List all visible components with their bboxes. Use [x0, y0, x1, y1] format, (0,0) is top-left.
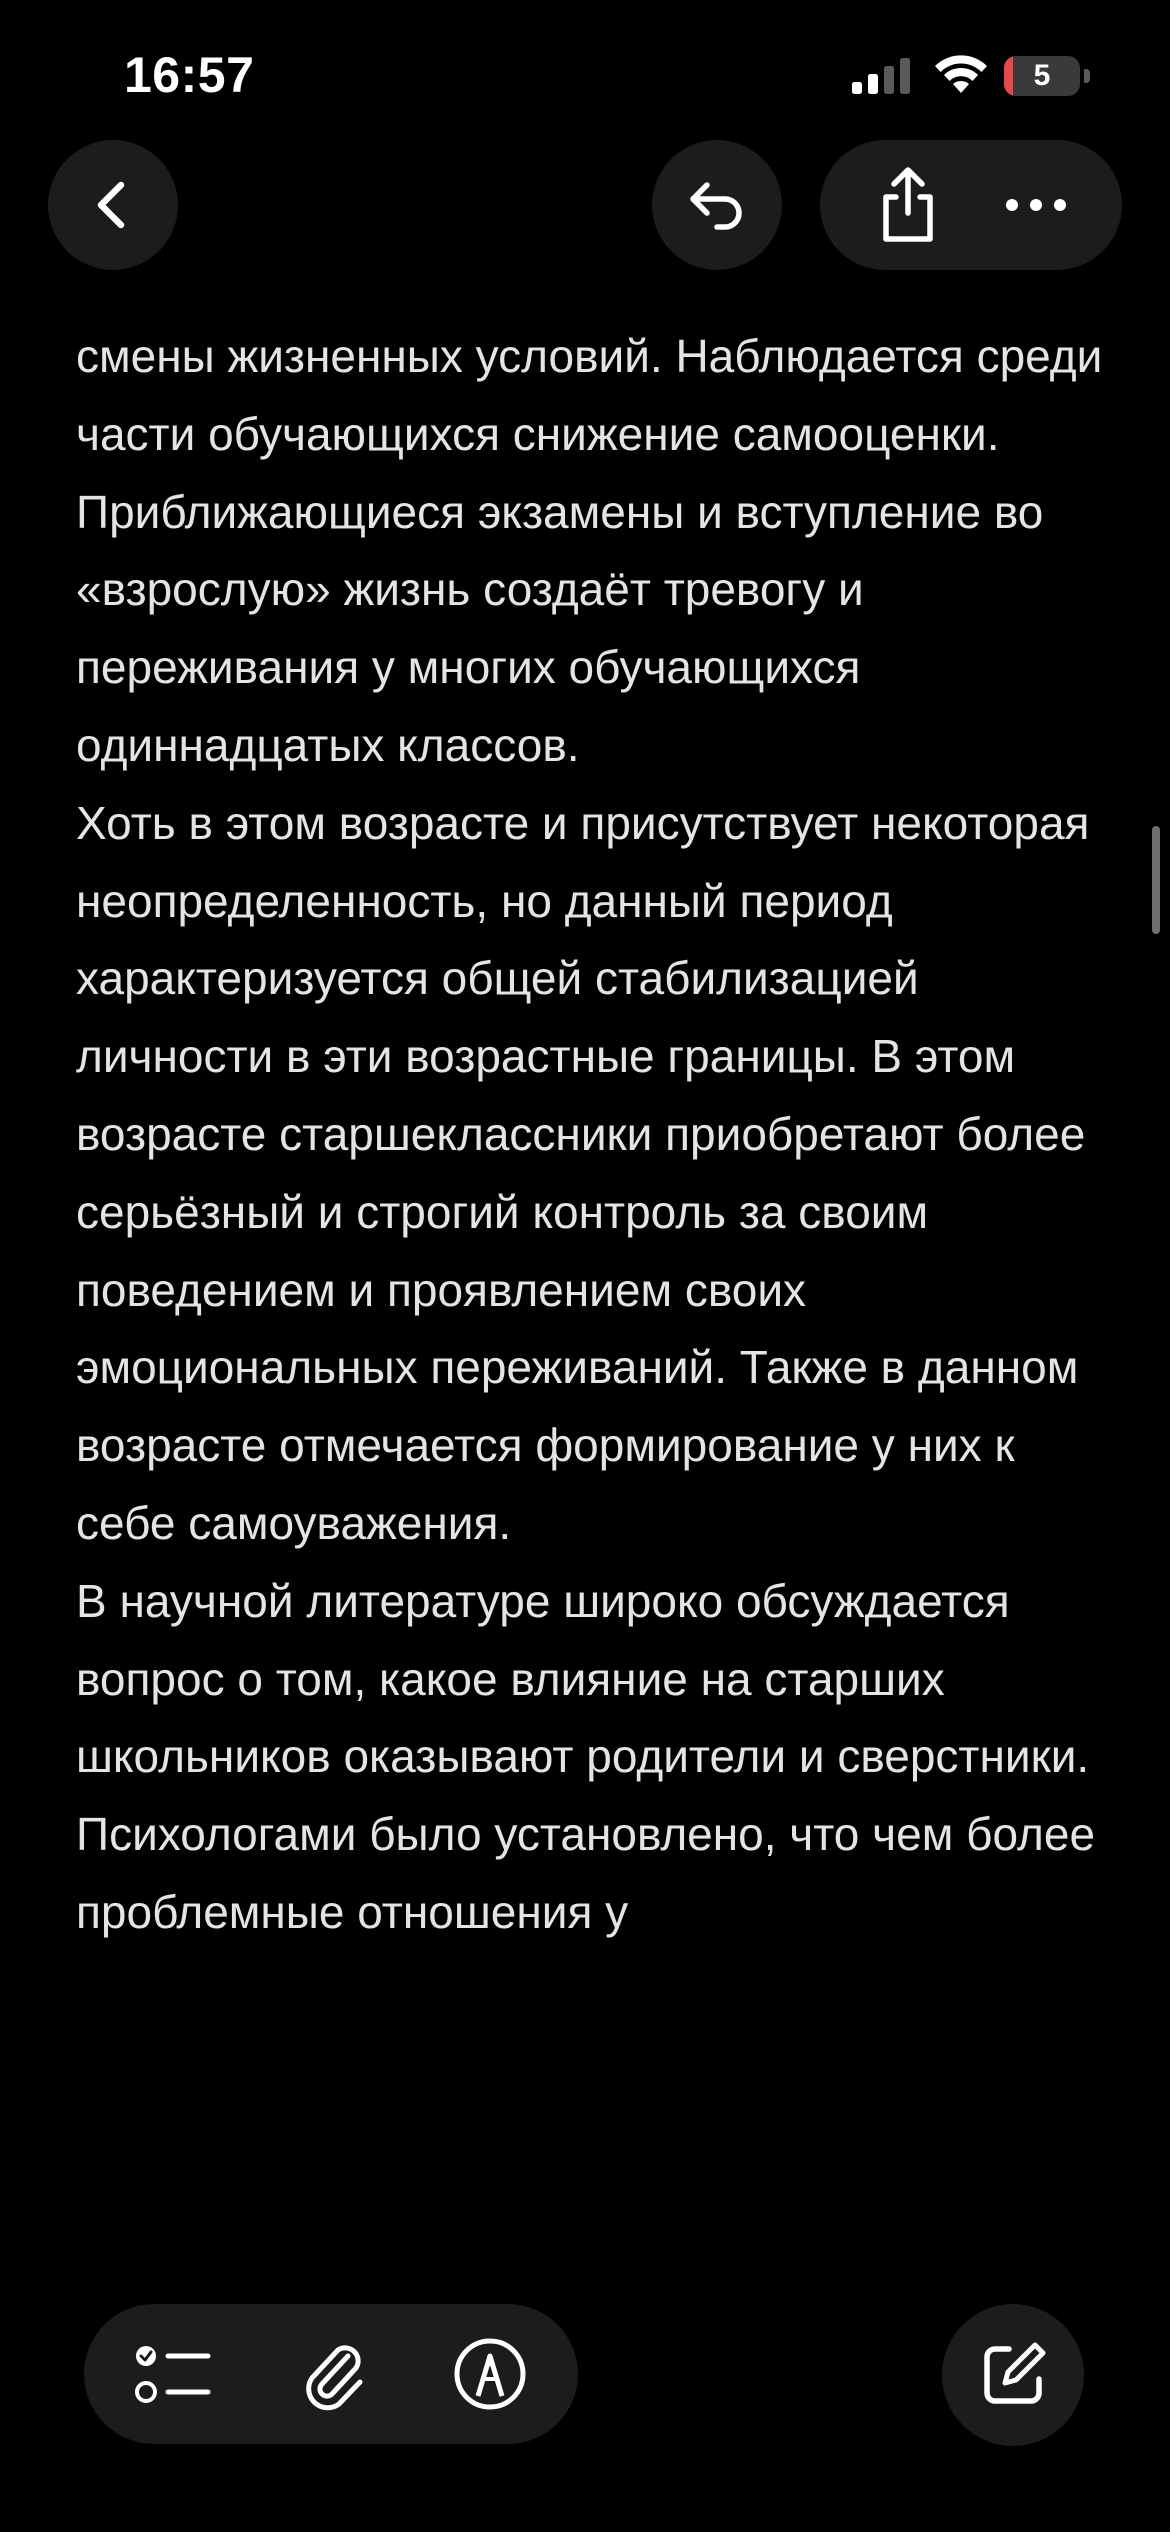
attachment-button[interactable]	[284, 2326, 380, 2422]
scroll-indicator[interactable]	[1152, 826, 1160, 934]
ellipsis-icon	[1006, 199, 1066, 211]
note-actions-group	[820, 140, 1122, 270]
chevron-left-icon	[97, 181, 125, 229]
more-button[interactable]	[986, 155, 1086, 255]
status-time: 16:57	[124, 47, 255, 103]
cellular-signal-icon	[852, 58, 910, 94]
battery-cap	[1084, 69, 1090, 83]
battery-level: 5	[1033, 59, 1051, 92]
note-body[interactable]: смены жизненных условий. Наблюдается сре…	[76, 318, 1116, 2258]
bottom-toolbar	[84, 2304, 578, 2444]
checklist-icon	[135, 2346, 211, 2403]
note-paragraph-3: В научной литературе широко обсуждается …	[76, 1574, 1096, 1938]
new-note-button[interactable]	[942, 2304, 1084, 2446]
markup-button[interactable]	[442, 2326, 538, 2422]
checklist-button[interactable]	[126, 2326, 222, 2422]
back-button[interactable]	[48, 140, 178, 270]
note-paragraph-1: смены жизненных условий. Наблюдается сре…	[76, 330, 1103, 771]
undo-button[interactable]	[652, 140, 782, 270]
undo-arrow-icon	[690, 182, 742, 230]
share-icon	[883, 167, 933, 242]
paperclip-icon	[306, 2345, 363, 2411]
battery-indicator: 5	[1004, 56, 1092, 96]
status-bar: 16:57 5	[0, 0, 1170, 150]
markup-pen-icon	[454, 2338, 526, 2410]
compose-icon	[984, 2342, 1046, 2404]
share-button[interactable]	[858, 155, 958, 255]
note-paragraph-2: Хоть в этом возрасте и присутствует неко…	[76, 796, 1090, 1549]
wifi-icon	[935, 55, 987, 93]
